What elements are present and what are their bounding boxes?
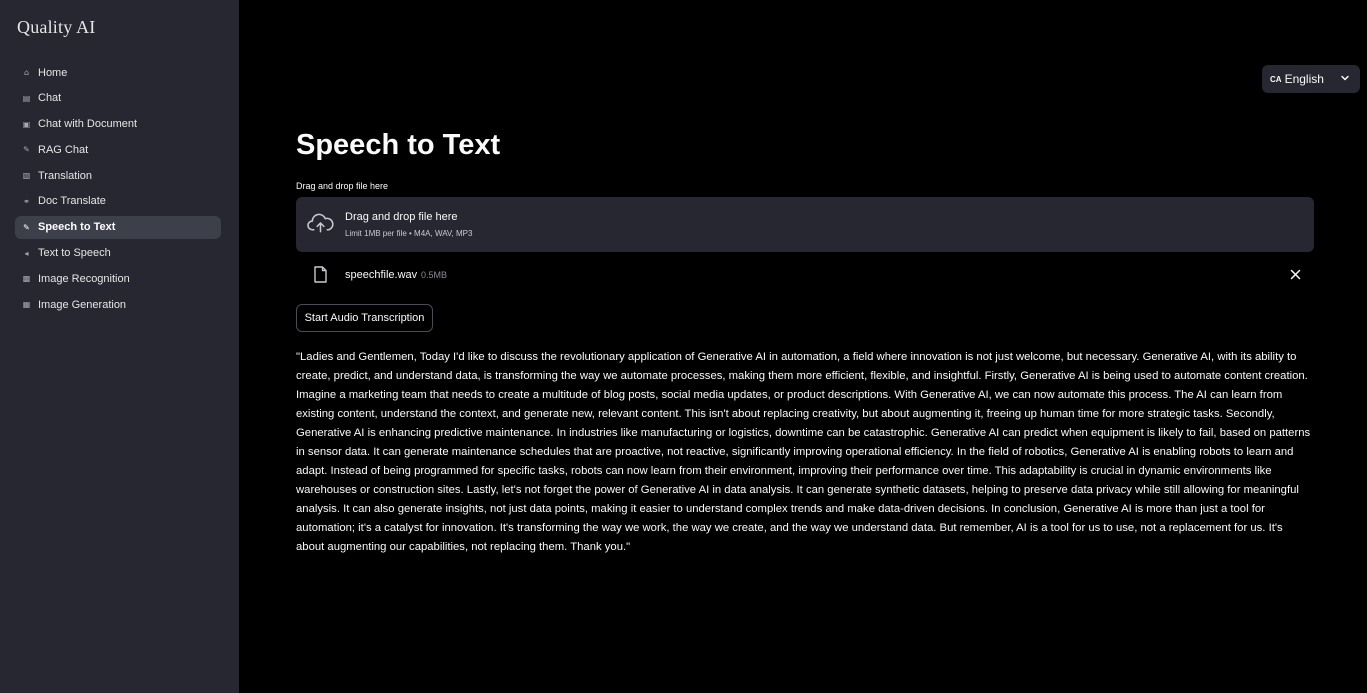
speaker-icon: ◂	[24, 248, 29, 258]
doc-translate-icon: ⚭	[23, 196, 30, 206]
uploaded-file: speechfile.wav 0.5MB	[296, 263, 1314, 287]
sidebar-item-label: RAG Chat	[38, 143, 89, 156]
translate-icon: ▧	[22, 171, 31, 181]
file-name: speechfile.wav	[345, 269, 418, 281]
language-code: CA	[1270, 74, 1282, 84]
home-icon: ⌂	[23, 68, 30, 77]
sidebar-item-label: Chat with Document	[38, 118, 138, 131]
dropzone-limit: Limit 1MB per file • M4A, WAV, MP3	[345, 229, 473, 238]
sidebar-item-label: Chat	[38, 92, 62, 105]
sidebar-item-label: Home	[38, 66, 68, 79]
sidebar-item-label: Speech to Text	[38, 221, 116, 234]
close-icon[interactable]	[1290, 269, 1301, 280]
transcript-text: "Ladies and Gentlemen, Today I'd like to…	[296, 351, 1311, 553]
language-select[interactable]: CA English	[1262, 65, 1360, 93]
sidebar-item-image-recognition[interactable]: ▩ Image Recognition	[15, 267, 221, 290]
uploader-label: Drag and drop file here	[296, 181, 389, 191]
sidebar-item-speech-to-text[interactable]: ✎ Speech to Text	[15, 215, 221, 239]
chevron-down-icon	[1341, 75, 1349, 81]
sidebar-nav: ⌂ Home ▤ Chat ▣ Chat with Document ✎ RAG…	[15, 61, 221, 319]
cloud-upload-icon	[307, 213, 334, 233]
sidebar-item-text-to-speech[interactable]: ◂ Text to Speech	[15, 242, 221, 265]
brand-logo: Quality AI	[17, 17, 96, 37]
sidebar-item-chat-with-document[interactable]: ▣ Chat with Document	[15, 113, 221, 136]
dropzone-title: Drag and drop file here	[345, 211, 458, 223]
sidebar-item-label: Image Generation	[38, 298, 127, 311]
speech-to-text-icon: ✎	[23, 222, 30, 232]
sidebar-item-label: Doc Translate	[38, 195, 106, 208]
image-recognition-icon: ▩	[22, 274, 31, 284]
sidebar-item-doc-translate[interactable]: ⚭ Doc Translate	[15, 190, 221, 213]
file-size: 0.5MB	[421, 270, 448, 280]
sidebar-item-translation[interactable]: ▧ Translation	[15, 164, 221, 187]
sidebar-item-rag-chat[interactable]: ✎ RAG Chat	[15, 138, 221, 161]
chat-document-icon: ▣	[22, 119, 31, 129]
language-value: English	[1284, 72, 1324, 86]
sidebar-item-home[interactable]: ⌂ Home	[15, 61, 221, 84]
rag-icon: ✎	[23, 145, 30, 155]
sidebar-item-chat[interactable]: ▤ Chat	[15, 87, 221, 110]
sidebar: Quality AI ⌂ Home ▤ Chat ▣ Chat with Doc…	[0, 0, 239, 693]
sidebar-item-image-generation[interactable]: ▦ Image Generation	[15, 293, 221, 316]
sidebar-item-label: Text to Speech	[38, 247, 111, 260]
file-icon	[314, 266, 327, 283]
chat-icon: ▤	[22, 93, 31, 103]
start-transcription-button[interactable]: Start Audio Transcription	[296, 304, 433, 332]
file-dropzone[interactable]: Drag and drop file here Limit 1MB per fi…	[296, 197, 1314, 252]
page-title: Speech to Text	[296, 129, 501, 161]
sidebar-item-label: Translation	[38, 169, 93, 182]
image-generation-icon: ▦	[22, 300, 31, 310]
sidebar-item-label: Image Recognition	[38, 272, 130, 285]
